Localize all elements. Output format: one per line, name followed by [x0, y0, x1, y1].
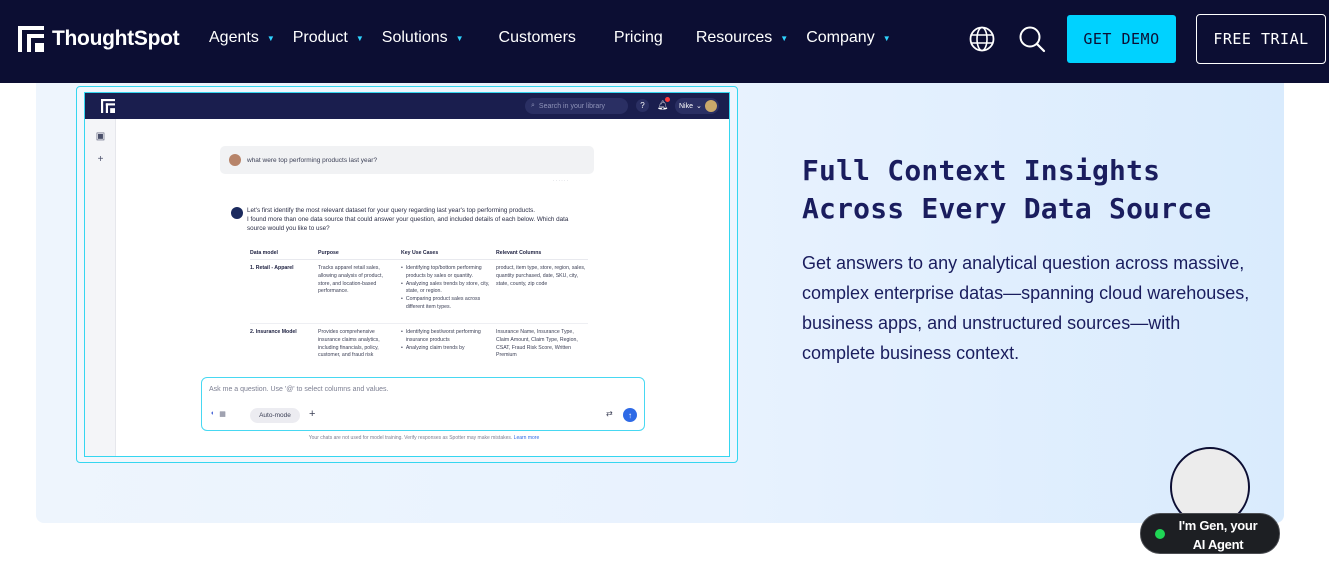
- voice-icon: ◖ ▦: [210, 410, 236, 422]
- dropdown-caret-icon: ▼: [882, 33, 891, 43]
- sliders-icon: ⇄: [606, 409, 613, 418]
- get-demo-button[interactable]: GET DEMO: [1067, 15, 1176, 63]
- thoughtspot-logo-icon: [18, 26, 44, 52]
- top-navigation: ThoughtSpot Agents ▼ Product ▼ Solutions ▼ …: [0, 0, 1329, 83]
- question-input: Ask me a question. Use '@' to select col…: [201, 377, 645, 431]
- feature-description: Get answers to any analytical question a…: [802, 253, 1250, 363]
- nav-item-product[interactable]: Product ▼: [293, 29, 364, 47]
- learn-more-link: Learn more: [513, 435, 540, 441]
- answer-text: Let's first identify the most relevant d…: [247, 207, 569, 232]
- spotter-icon: [231, 207, 243, 219]
- agent-label: I'm Gen, your AI Agent: [1178, 518, 1258, 552]
- avatar: [705, 100, 717, 112]
- app-header: ⌕ Search in your library ? 🔔︎ Nike ⌄: [85, 93, 729, 119]
- nav-item-resources[interactable]: Resources ▼: [696, 29, 788, 47]
- search-icon: ⌕: [531, 102, 535, 109]
- data-model-table: Data model Purpose Key Use Cases Relevan…: [250, 246, 588, 364]
- auto-mode-toggle: Auto-mode: [250, 408, 300, 423]
- notification-dot: [665, 97, 670, 102]
- nav-item-pricing[interactable]: Pricing: [614, 29, 663, 47]
- panel-icon: ▣: [95, 131, 106, 142]
- question-bubble: what were top performing products last y…: [220, 146, 594, 174]
- app-sidebar: ▣ +: [85, 119, 116, 456]
- product-preview-screenshot: ⌕ Search in your library ? 🔔︎ Nike ⌄ ▣ + w…: [84, 92, 730, 457]
- free-trial-button[interactable]: FREE TRIAL: [1196, 14, 1326, 64]
- plus-icon: +: [309, 408, 316, 420]
- nav-item-solutions[interactable]: Solutions ▼: [382, 29, 464, 47]
- dropdown-caret-icon: ▼: [455, 33, 464, 43]
- feature-heading: Full Context Insights Across Every Data …: [802, 154, 1212, 225]
- dropdown-caret-icon: ▼: [355, 33, 364, 43]
- brand-logo[interactable]: ThoughtSpot: [18, 26, 180, 52]
- nav-menu: Agents ▼ Product ▼ Solutions ▼ Customers Pr…: [209, 29, 891, 47]
- ai-agent-launcher[interactable]: I'm Gen, your AI Agent: [1140, 513, 1280, 554]
- nav-item-customers[interactable]: Customers: [499, 29, 576, 47]
- timestamp: · · · · · ·: [553, 178, 569, 183]
- nav-item-company[interactable]: Company ▼: [806, 29, 890, 47]
- dropdown-caret-icon: ▼: [266, 33, 275, 43]
- brand-name: ThoughtSpot: [52, 27, 180, 50]
- dropdown-caret-icon: ▼: [780, 33, 789, 43]
- table-header: Data model Purpose Key Use Cases Relevan…: [250, 246, 588, 260]
- avatar: [229, 154, 241, 166]
- table-row: 1. Retail - Apparel Tracks apparel retai…: [250, 260, 588, 324]
- globe-icon[interactable]: [968, 25, 996, 53]
- plus-icon: +: [97, 154, 104, 165]
- online-status-dot: [1155, 529, 1165, 539]
- app-search-input: ⌕ Search in your library: [525, 98, 628, 114]
- app-logo-icon: [101, 99, 115, 113]
- help-icon: ?: [636, 99, 649, 112]
- table-row: 2. Insurance Model Provides comprehensiv…: [250, 329, 578, 359]
- chevron-down-icon: ⌄: [696, 103, 702, 110]
- user-menu: Nike ⌄: [675, 98, 719, 114]
- search-icon[interactable]: [1018, 25, 1046, 53]
- send-icon: ↑: [623, 408, 637, 422]
- disclaimer-text: Your chats are not used for model traini…: [308, 435, 540, 441]
- nav-item-agents[interactable]: Agents ▼: [209, 29, 275, 47]
- table-icon: ▦: [219, 411, 226, 418]
